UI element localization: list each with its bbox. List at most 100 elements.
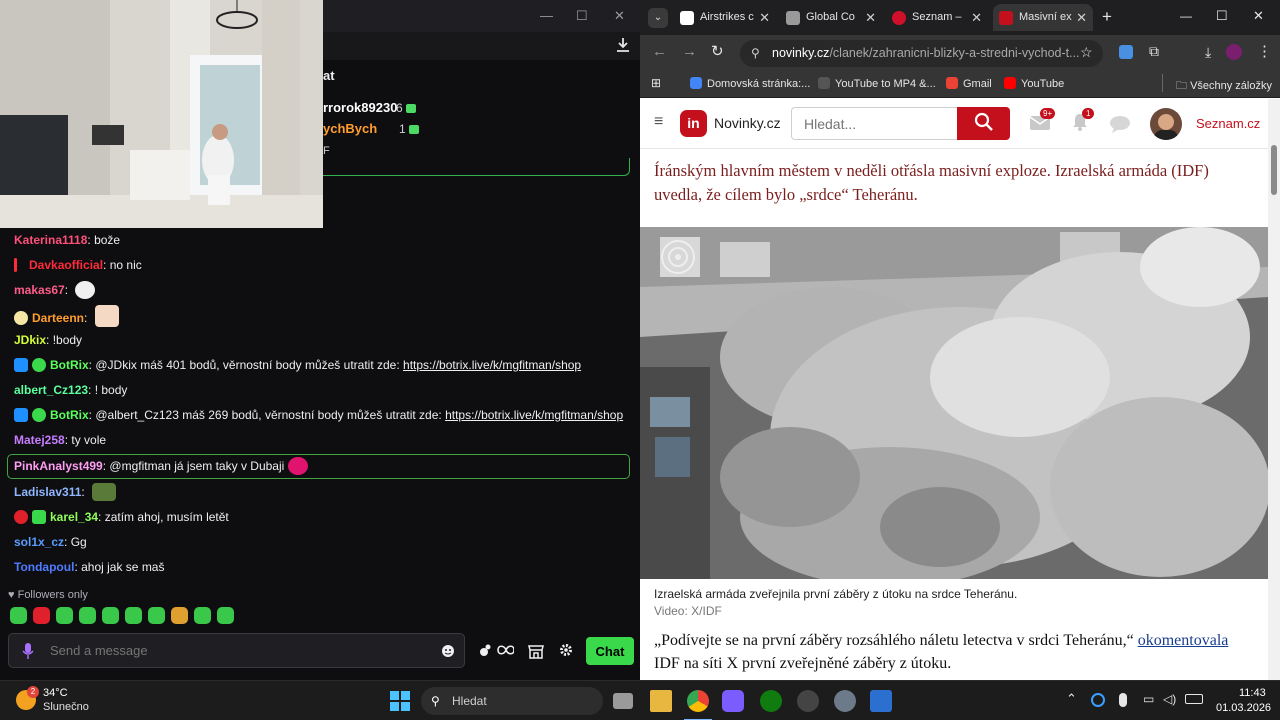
bookmark-item[interactable]: Gmail [946, 77, 992, 90]
site-search-button[interactable] [957, 107, 1010, 140]
chat-username[interactable]: makas67 [14, 283, 65, 297]
emote-icon[interactable] [171, 607, 188, 624]
reload-icon[interactable]: ↻ [711, 42, 724, 60]
back-icon[interactable]: ← [652, 43, 667, 60]
emote-icon[interactable] [33, 607, 50, 624]
hamburger-menu-icon[interactable]: ≡ [654, 113, 663, 131]
article-video[interactable] [640, 227, 1268, 579]
weather-temperature[interactable]: 34°C [43, 687, 68, 699]
chat-username[interactable]: JDkix [14, 333, 46, 347]
site-info-icon[interactable]: ⚲ [751, 40, 760, 67]
microphone-icon[interactable] [1119, 693, 1127, 707]
gear-icon[interactable] [559, 643, 573, 657]
seznam-link[interactable]: Seznam.cz [1196, 116, 1260, 131]
extension-icon[interactable] [1119, 45, 1133, 59]
clock-time[interactable]: 11:43 [1239, 687, 1266, 699]
emote-icon[interactable] [194, 607, 211, 624]
tab-search-chevron-icon[interactable]: ⌄ [648, 8, 668, 28]
emote-icon[interactable] [79, 607, 96, 624]
emote-icon[interactable] [125, 607, 142, 624]
chat-username[interactable]: BotRix [50, 358, 89, 372]
microphone-icon[interactable] [22, 643, 34, 659]
taskbar-search[interactable]: ⚲ Hledat [421, 687, 603, 715]
tab-novinky-active[interactable]: Masivní ex ✕ [993, 4, 1093, 31]
gifter-2[interactable]: ychBych [323, 121, 377, 136]
tab-close-icon[interactable]: ✕ [759, 4, 770, 31]
volume-icon[interactable]: ◁) [1163, 692, 1176, 706]
app-icon[interactable] [722, 690, 744, 712]
user-avatar[interactable] [1150, 108, 1182, 140]
site-logo-text[interactable]: Novinky.cz [714, 115, 781, 131]
chat-link[interactable]: https://botrix.live/k/mgfitman/shop [403, 358, 581, 372]
maximize-icon[interactable]: ☐ [1216, 8, 1228, 24]
chat-username[interactable]: sol1x_cz [14, 535, 64, 549]
tab-close-icon[interactable]: ✕ [971, 4, 982, 31]
tab-global[interactable]: Global Co ✕ [786, 4, 876, 31]
chrome-icon[interactable] [687, 690, 709, 712]
close-icon[interactable]: ✕ [614, 8, 625, 24]
tab-seznam[interactable]: Seznam – ✕ [892, 4, 982, 31]
profile-avatar-icon[interactable] [1226, 44, 1242, 60]
close-window-icon[interactable]: ✕ [1253, 8, 1264, 24]
emote-icon[interactable] [10, 607, 27, 624]
tab-close-icon[interactable]: ✕ [1076, 4, 1087, 31]
emote-icon[interactable] [148, 607, 165, 624]
apps-grid-icon[interactable]: ⊞ [651, 76, 661, 90]
emoji-icon[interactable] [441, 644, 455, 658]
novinky-logo-icon[interactable]: in [680, 110, 707, 137]
menu-kebab-icon[interactable]: ⋮ [1257, 42, 1272, 60]
scrollbar-thumb[interactable] [1271, 145, 1277, 195]
file-explorer-icon[interactable] [650, 690, 672, 712]
maximize-icon[interactable]: ☐ [576, 8, 588, 24]
channel-points-icon[interactable] [478, 642, 514, 658]
windows-start-icon[interactable] [389, 690, 411, 712]
bookmark-item[interactable]: Domovská stránka:... [690, 77, 810, 90]
download-icon[interactable]: ⤓ [1205, 44, 1211, 61]
minimize-icon[interactable]: — [1180, 9, 1192, 23]
tray-chevron-icon[interactable]: ⌃ [1066, 691, 1077, 707]
forward-icon[interactable]: → [682, 43, 697, 60]
chat-bubble-icon[interactable] [1109, 115, 1131, 133]
network-icon[interactable]: ▭ [1143, 692, 1154, 706]
emote-icon[interactable] [56, 607, 73, 624]
sync-icon[interactable] [1091, 693, 1105, 707]
chat-username[interactable]: albert_Cz123 [14, 383, 88, 397]
chat-username[interactable]: Matej258 [14, 433, 65, 447]
chat-message-input[interactable] [8, 633, 465, 668]
tab-airstrikes[interactable]: Airstrikes c ✕ [680, 4, 770, 31]
chat-username[interactable]: Ladislav311 [14, 485, 81, 499]
weather-description[interactable]: Slunečno [43, 701, 89, 713]
chat-username[interactable]: PinkAnalyst499 [14, 459, 103, 473]
site-search-input[interactable] [791, 107, 957, 140]
bookmark-item[interactable]: YouTube [1004, 77, 1064, 90]
task-view-icon[interactable] [613, 693, 633, 709]
chat-username[interactable]: Tondapoul [14, 560, 74, 574]
settings-gear-icon[interactable] [834, 690, 856, 712]
gifter-1[interactable]: rrorok89230 [323, 100, 397, 115]
chat-link[interactable]: https://botrix.live/k/mgfitman/shop [445, 408, 623, 422]
chat-username[interactable]: karel_34 [50, 510, 98, 524]
chat-username[interactable]: BotRix [50, 408, 89, 422]
bookmark-star-icon[interactable]: ☆ [1080, 44, 1093, 61]
minimize-icon[interactable]: — [540, 8, 553, 23]
battery-icon[interactable] [1185, 694, 1203, 704]
download-icon[interactable] [614, 36, 632, 54]
chat-username[interactable]: Davkaofficial [29, 258, 103, 272]
chat-username[interactable]: Darteenn [32, 311, 84, 325]
new-tab-icon[interactable]: + [1102, 7, 1112, 27]
store-icon[interactable] [528, 643, 544, 659]
chat-send-button[interactable]: Chat [586, 637, 634, 665]
xbox-icon[interactable] [760, 690, 782, 712]
bookmark-item[interactable]: YouTube to MP4 &... [818, 77, 936, 90]
address-bar[interactable]: ⚲ novinky.cz/clanek/zahranicni-blizky-a-s… [740, 40, 1103, 67]
extensions-puzzle-icon[interactable]: ⧉ [1149, 43, 1159, 60]
app-icon[interactable] [797, 690, 819, 712]
emote-icon[interactable] [217, 607, 234, 624]
app-icon[interactable] [870, 690, 892, 712]
all-bookmarks-folder[interactable]: 🗀 Všechny záložky [1176, 77, 1272, 96]
article-link[interactable]: okomentovala [1138, 632, 1229, 649]
clock-date[interactable]: 01.03.2026 [1216, 702, 1271, 714]
chat-username[interactable]: Katerina1118 [14, 233, 87, 247]
emote-icon[interactable] [102, 607, 119, 624]
tab-close-icon[interactable]: ✕ [865, 4, 876, 31]
